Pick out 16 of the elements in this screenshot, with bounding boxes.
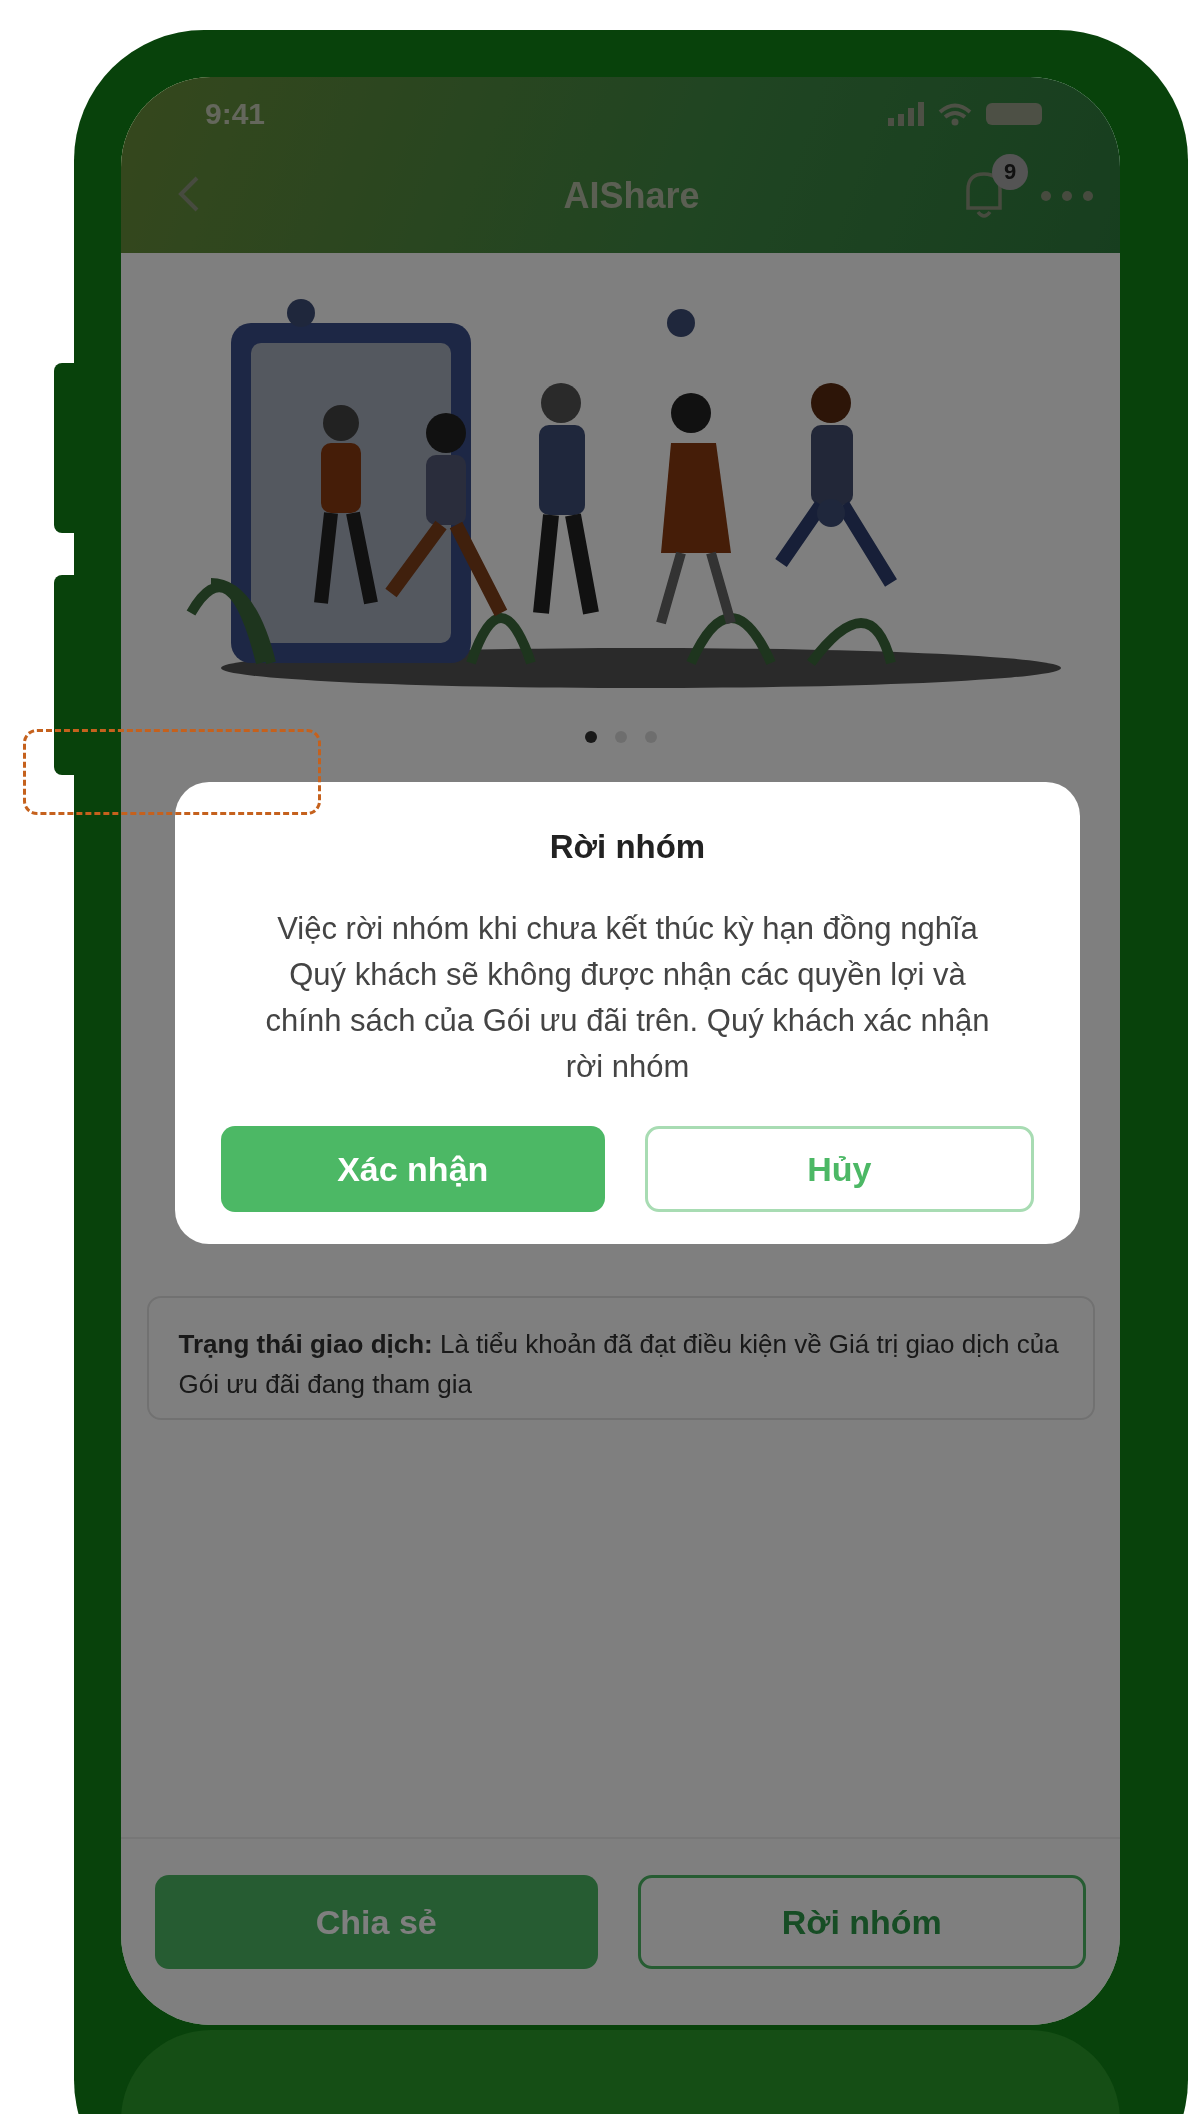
notification-badge: 9 xyxy=(992,154,1028,190)
carousel-dot[interactable] xyxy=(584,731,597,743)
footer-button[interactable]: Chia sẻ xyxy=(155,1875,598,1969)
more-icon[interactable] xyxy=(1040,190,1094,202)
dialog-title: Rời nhóm xyxy=(549,828,706,866)
footer-button[interactable]: Rời nhóm xyxy=(637,1875,1086,1969)
dialog-message: Việc rời nhóm khi chưa kết thúc kỳ hạn đồng nghĩa Quý khách sẽ không được nhận các quyền lợi và chính sách của Gói ưu đãi trên. Quý khách xác nhận rời nhóm xyxy=(264,910,991,1086)
back-icon[interactable] xyxy=(177,174,201,214)
wifi-icon xyxy=(938,102,972,126)
signal-icon xyxy=(888,102,924,126)
dialog-button[interactable]: Hủy xyxy=(644,1126,1034,1212)
header-title: AIShare xyxy=(562,175,701,217)
status-time: 9:41 xyxy=(205,97,266,131)
dialog-button[interactable]: Xác nhận xyxy=(221,1126,605,1212)
battery-icon xyxy=(986,103,1042,125)
info-text: Trạng thái giao dịch: Là tiểu khoản đã đạt điều kiện về Giá trị giao dịch của Gói ưu đãi đang tham gia xyxy=(178,1329,1059,1399)
